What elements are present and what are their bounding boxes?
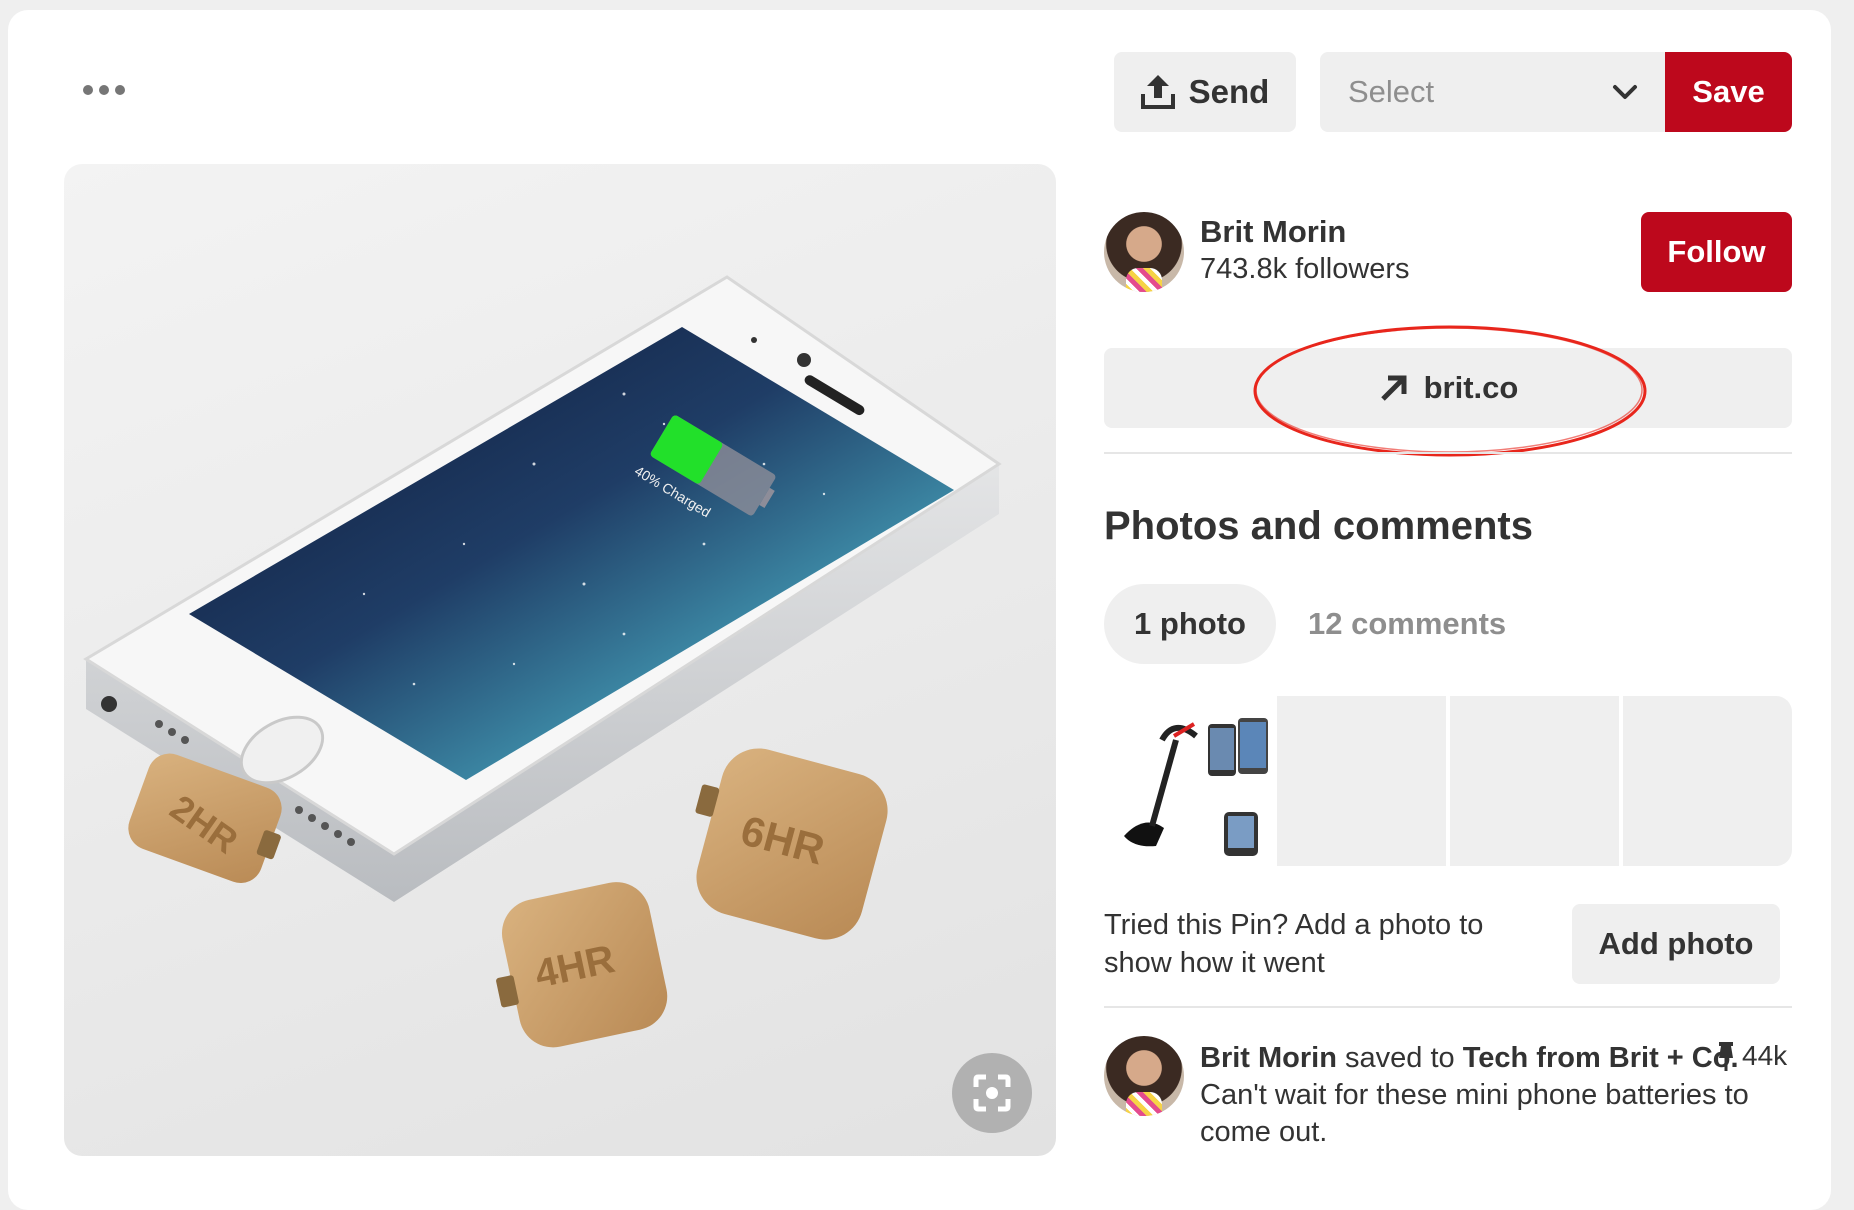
divider [1104, 452, 1792, 454]
add-photo-button[interactable]: Add photo [1572, 904, 1780, 984]
save-button[interactable]: Save [1665, 52, 1792, 132]
phone-mount-photo [1124, 718, 1268, 856]
board-select[interactable]: Select [1320, 52, 1665, 132]
photo-thumbnail-empty [1450, 696, 1619, 866]
send-label: Send [1188, 73, 1270, 110]
share-upload-icon [1140, 75, 1175, 109]
visual-search-icon [973, 1074, 1011, 1112]
saves-count: 44k [1716, 1040, 1787, 1072]
activity-user[interactable]: Brit Morin [1200, 1042, 1337, 1074]
photo-thumbnails [1104, 696, 1792, 866]
phone-battery-illustration: 40% Charged 2HR 4HR 6HR [83, 275, 1002, 1048]
chevron-down-icon [1613, 85, 1637, 99]
saves-count-label: 44k [1742, 1040, 1788, 1071]
pin-image[interactable]: 40% Charged 2HR 4HR 6HR [64, 164, 1056, 1156]
follow-label: Follow [1667, 234, 1766, 269]
tab-photos[interactable]: 1 photo [1104, 584, 1276, 664]
visual-search-button[interactable] [952, 1053, 1032, 1133]
add-photo-label: Add photo [1598, 926, 1754, 961]
activity-text: Brit Morin saved to Tech from Brit + Co.… [1200, 1040, 1800, 1151]
creator-avatar[interactable] [1104, 212, 1184, 292]
more-options-button[interactable] [83, 78, 128, 102]
creator-name[interactable]: Brit Morin [1200, 214, 1346, 250]
tab-comments[interactable]: 12 comments [1308, 584, 1506, 664]
follow-button[interactable]: Follow [1641, 212, 1792, 292]
more-dot-icon [99, 85, 109, 95]
activity-avatar[interactable] [1104, 1036, 1184, 1116]
arrow-up-right-icon [1380, 375, 1407, 401]
activity-verb: saved to [1345, 1042, 1455, 1074]
pin-icon [1719, 1042, 1733, 1071]
more-dot-icon [115, 85, 125, 95]
add-photo-prompt: Tried this Pin? Add a photo to show how … [1104, 909, 1484, 979]
source-link-label: brit.co [1423, 370, 1519, 405]
activity-description: Can't wait for these mini phone batterie… [1200, 1079, 1749, 1148]
save-label: Save [1692, 74, 1765, 109]
source-link-button[interactable]: brit.co [1104, 348, 1792, 428]
battery-6hr: 6HR [695, 748, 888, 940]
send-button[interactable]: Send [1114, 52, 1296, 132]
activity-board[interactable]: Tech from Brit + Co. [1463, 1042, 1739, 1074]
board-select-value: Select [1348, 74, 1435, 109]
more-dot-icon [83, 85, 93, 95]
creator-followers: 743.8k followers [1200, 253, 1410, 285]
battery-4hr: 4HR [496, 882, 668, 1048]
pin-closeup-card: Send Select Save 40% Charged 2HR 4HR 6HR… [8, 10, 1831, 1210]
photo-thumbnail-empty [1277, 696, 1446, 866]
photos-comments-title: Photos and comments [1104, 504, 1533, 548]
photo-thumbnail[interactable] [1104, 696, 1273, 866]
photo-thumbnail-empty [1623, 696, 1792, 866]
divider [1104, 1006, 1792, 1008]
